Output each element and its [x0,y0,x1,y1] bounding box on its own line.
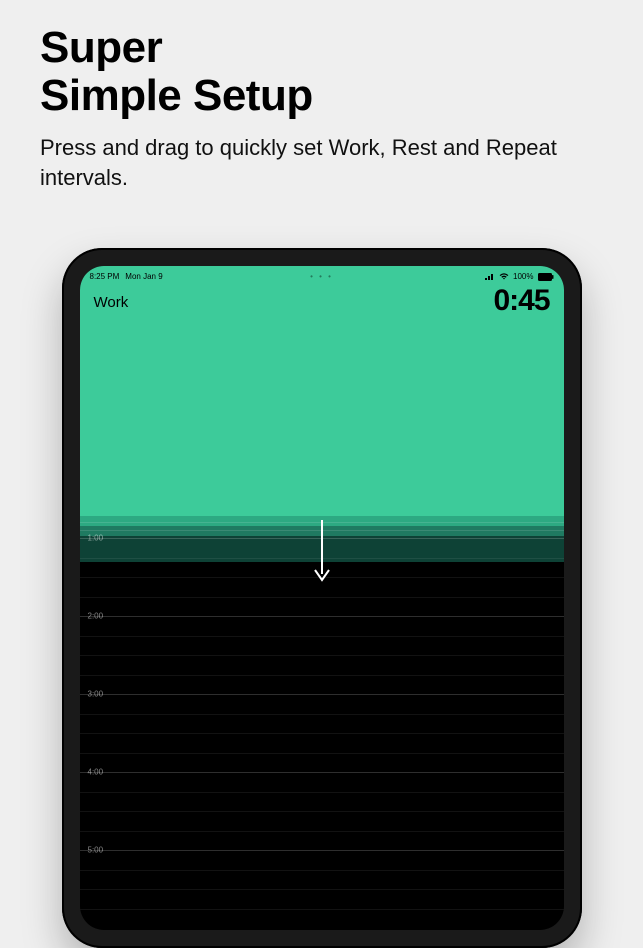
ruler-tick-major [80,850,564,851]
ruler-tick-minor [80,792,564,793]
ruler-tick-minor [80,733,564,734]
ruler-tick-major [80,772,564,773]
signal-icon [485,273,495,280]
ruler-tick-minor [80,831,564,832]
ruler-tick-label: 5:00 [88,846,104,855]
wifi-icon [499,273,509,280]
promo-subhead: Press and drag to quickly set Work, Rest… [0,125,643,192]
ruler-tick-minor [80,675,564,676]
battery-icon [538,273,554,281]
ruler-tick-minor [80,811,564,812]
ruler-tick-minor [80,909,564,910]
promo-headline: Super Simple Setup [0,0,643,125]
ruler-tick-label: 1:00 [88,534,104,543]
promo-headline-line2: Simple Setup [40,72,603,120]
statusbar-multitask-dots: • • • [310,272,333,281]
ruler-tick-minor [80,870,564,871]
promo-headline-line1: Super [40,24,603,72]
ruler-tick-major [80,616,564,617]
ruler-tick-minor [80,714,564,715]
ruler-tick-label: 4:00 [88,768,104,777]
statusbar-battery-pct: 100% [513,272,533,281]
ruler-tick-label: 2:00 [88,612,104,621]
ruler-tick-minor [80,753,564,754]
ruler-tick-minor [80,889,564,890]
work-interval-area[interactable]: 8:25 PM Mon Jan 9 • • • 100% [80,266,564,516]
ruler-tick-minor [80,597,564,598]
drag-arrow-icon [312,518,332,582]
status-bar: 8:25 PM Mon Jan 9 • • • 100% [80,266,564,284]
device-frame: 8:25 PM Mon Jan 9 • • • 100% [62,248,582,948]
ruler-tick-label: 3:00 [88,690,104,699]
statusbar-time: 8:25 PM [90,272,120,281]
ruler-tick-major [80,694,564,695]
mode-label: Work [94,294,129,311]
ruler-tick-minor [80,655,564,656]
device-screen[interactable]: 8:25 PM Mon Jan 9 • • • 100% [80,266,564,930]
statusbar-date: Mon Jan 9 [125,272,162,281]
timer-value: 0:45 [493,284,549,318]
ruler-tick-minor [80,636,564,637]
